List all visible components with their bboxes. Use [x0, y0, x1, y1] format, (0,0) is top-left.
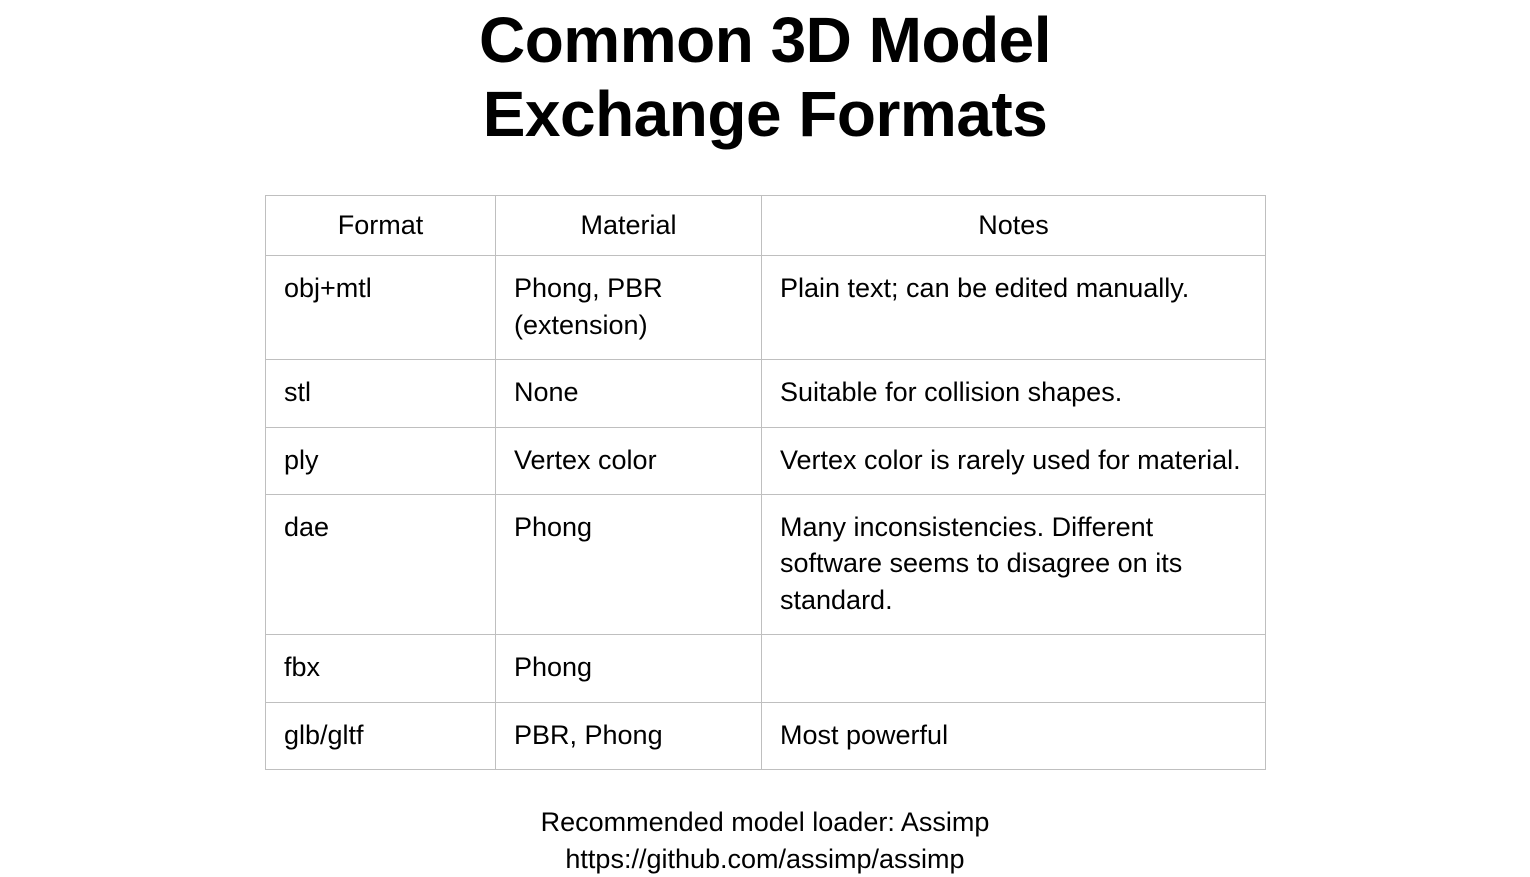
col-header-notes: Notes — [762, 196, 1266, 256]
footer: Recommended model loader: Assimp https:/… — [541, 804, 990, 877]
cell-material: PBR, Phong — [496, 702, 762, 769]
table-row: obj+mtl Phong, PBR (extension) Plain tex… — [266, 256, 1266, 360]
cell-format: ply — [266, 427, 496, 494]
cell-notes: Most powerful — [762, 702, 1266, 769]
cell-material: Phong, PBR (extension) — [496, 256, 762, 360]
formats-table: Format Material Notes obj+mtl Phong, PBR… — [265, 195, 1266, 770]
cell-notes: Suitable for collision shapes. — [762, 360, 1266, 427]
cell-format: glb/gltf — [266, 702, 496, 769]
cell-material: Phong — [496, 635, 762, 702]
formats-table-wrap: Format Material Notes obj+mtl Phong, PBR… — [265, 195, 1265, 770]
table-row: dae Phong Many inconsistencies. Differen… — [266, 494, 1266, 634]
table-header-row: Format Material Notes — [266, 196, 1266, 256]
col-header-format: Format — [266, 196, 496, 256]
cell-material: Phong — [496, 494, 762, 634]
cell-notes: Many inconsistencies. Different software… — [762, 494, 1266, 634]
footer-line-2: https://github.com/assimp/assimp — [541, 841, 990, 877]
title-line-2: Exchange Formats — [483, 78, 1048, 150]
cell-format: fbx — [266, 635, 496, 702]
table-body: obj+mtl Phong, PBR (extension) Plain tex… — [266, 256, 1266, 770]
cell-format: obj+mtl — [266, 256, 496, 360]
title-line-1: Common 3D Model — [479, 4, 1051, 76]
table-row: stl None Suitable for collision shapes. — [266, 360, 1266, 427]
col-header-material: Material — [496, 196, 762, 256]
table-row: fbx Phong — [266, 635, 1266, 702]
footer-line-1: Recommended model loader: Assimp — [541, 804, 990, 840]
cell-material: Vertex color — [496, 427, 762, 494]
page-title: Common 3D Model Exchange Formats — [479, 4, 1051, 151]
cell-notes: Vertex color is rarely used for material… — [762, 427, 1266, 494]
cell-material: None — [496, 360, 762, 427]
table-row: glb/gltf PBR, Phong Most powerful — [266, 702, 1266, 769]
table-row: ply Vertex color Vertex color is rarely … — [266, 427, 1266, 494]
cell-notes — [762, 635, 1266, 702]
cell-format: stl — [266, 360, 496, 427]
cell-notes: Plain text; can be edited manually. — [762, 256, 1266, 360]
cell-format: dae — [266, 494, 496, 634]
